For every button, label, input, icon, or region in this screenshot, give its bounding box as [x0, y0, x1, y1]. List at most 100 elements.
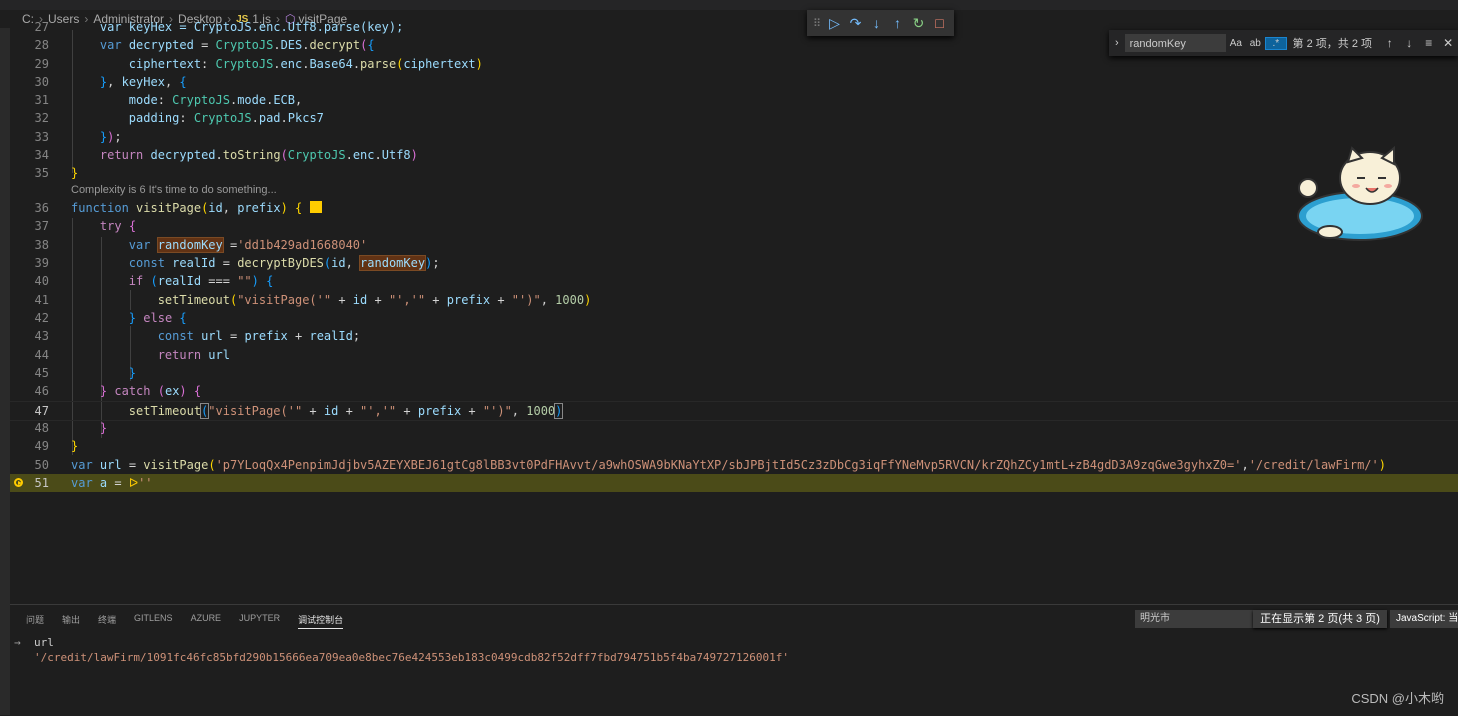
debug-console-output[interactable]: → url '/credit/lawFirm/1091fc46fc85bfd290…	[14, 635, 789, 665]
tab-problems[interactable]: 问题	[26, 613, 44, 629]
code-line[interactable]: 34 return decrypted.toString(CryptoJS.en…	[10, 146, 1458, 164]
code-token: toString	[222, 148, 281, 162]
code-token: var	[128, 237, 151, 252]
code-line[interactable]: 44 return url	[10, 346, 1458, 364]
code-token: try	[99, 219, 122, 233]
code-token: url	[201, 329, 223, 343]
regex-toggle[interactable]: .*	[1265, 36, 1287, 50]
code-token: return	[157, 347, 202, 362]
tab-output[interactable]: 输出	[62, 613, 80, 629]
line-number: 32	[34, 111, 49, 126]
code-token: setTimeout	[128, 403, 202, 418]
code-line[interactable]: 46 } catch (ex) {	[10, 382, 1458, 400]
code-text: try {	[99, 219, 137, 233]
search-match: randomKey	[359, 255, 427, 271]
line-number: 47	[34, 403, 49, 418]
code-token: if	[128, 274, 144, 288]
code-token: function	[71, 201, 129, 215]
code-line[interactable]: 43 const url = prefix + realId;	[10, 327, 1458, 345]
code-line[interactable]: 29 ciphertext: CryptoJS.enc.Base64.parse…	[10, 55, 1458, 73]
whole-word-toggle[interactable]: ab	[1246, 38, 1265, 49]
line-number: 33	[34, 129, 49, 144]
code-text: setTimeout("visitPage('" + id + "','" + …	[157, 292, 592, 307]
find-input[interactable]: randomKey	[1124, 34, 1227, 52]
code-token: ''	[138, 476, 153, 490]
code-token: else	[143, 311, 173, 325]
code-token: realId	[157, 274, 202, 288]
code-line[interactable]: 41 setTimeout("visitPage('" + id + "','"…	[10, 291, 1458, 309]
codelens-complexity[interactable]: Complexity is 6 It's time to do somethin…	[71, 184, 277, 196]
line-number: 29	[34, 56, 49, 71]
code-text: var url = visitPage('p7YLoqQx4PenpimJdjb…	[71, 457, 1386, 472]
inline-breakpoint-icon[interactable]: ᐅ	[129, 476, 138, 490]
code-token: CryptoJS	[215, 38, 274, 52]
code-token: id	[208, 201, 223, 215]
toggle-replace-icon[interactable]: ›	[1109, 37, 1125, 49]
bottom-panel: 问题 输出 终端 GITLENS AZURE JUPYTER 调试控制台 明光市…	[10, 604, 1458, 716]
code-line[interactable]: 45 }	[10, 364, 1458, 382]
step-out-icon[interactable]: ↑	[890, 15, 905, 31]
code-token: "visitPage('"	[208, 403, 303, 418]
code-token: CryptoJS	[287, 148, 346, 162]
line-number: 51	[34, 476, 49, 490]
code-token: setTimeout	[157, 292, 230, 307]
tab-azure[interactable]: AZURE	[191, 613, 222, 629]
code-line[interactable]: 32 padding: CryptoJS.pad.Pkcs7	[10, 109, 1458, 127]
code-token: ciphertext	[403, 56, 476, 71]
line-number: 48	[34, 421, 49, 435]
code-line[interactable]: 33 });	[10, 128, 1458, 146]
editor-tab-strip[interactable]	[0, 0, 1458, 10]
previous-match-icon[interactable]: ↑	[1380, 36, 1399, 50]
code-token: mode	[237, 93, 267, 107]
code-line[interactable]: 50 var url = visitPage('p7YLoqQx4PenpimJd…	[10, 456, 1458, 474]
tab-gitlens[interactable]: GITLENS	[134, 613, 173, 629]
console-filter-input[interactable]: 明光市	[1135, 610, 1255, 628]
code-token: prefix	[244, 329, 288, 343]
watermark: CSDN @小木哟	[1351, 691, 1444, 706]
stop-icon[interactable]: □	[932, 15, 947, 31]
tab-terminal[interactable]: 终端	[98, 613, 116, 629]
lightbulb-icon[interactable]	[309, 201, 322, 213]
code-line[interactable]: 30 }, keyHex, {	[10, 73, 1458, 91]
tab-debug-console[interactable]: 调试控制台	[298, 613, 344, 629]
code-text: ciphertext: CryptoJS.enc.Base64.parse(ci…	[128, 56, 483, 71]
code-line-current-debug[interactable]: 51 var a = ᐅ''	[10, 474, 1458, 493]
step-into-icon[interactable]: ↓	[869, 15, 884, 31]
code-line[interactable]: 39 const realId = decryptByDES(id, rando…	[10, 254, 1458, 272]
step-over-icon[interactable]: ↷	[848, 15, 863, 32]
restart-icon[interactable]: ↻	[911, 15, 926, 32]
search-match: randomKey	[156, 236, 224, 253]
code-line-active[interactable]: 47 setTimeout("visitPage('" + id + "','"…	[10, 400, 1458, 421]
code-line[interactable]: 49}	[10, 437, 1458, 455]
code-line[interactable]: 38 var randomKey ='dd1b429ad1668040'	[10, 236, 1458, 254]
code-line[interactable]: 36 function visitPage(id, prefix) {	[10, 199, 1458, 217]
next-match-icon[interactable]: ↓	[1400, 36, 1419, 50]
code-line[interactable]: 40 if (realId === "") {	[10, 272, 1458, 290]
code-line[interactable]: 42 } else {	[10, 309, 1458, 327]
expand-arrow-icon[interactable]: →	[14, 635, 34, 650]
code-token: mode	[128, 93, 158, 107]
code-editor[interactable]: 27 var keyHex = CryptoJS.enc.Utf8.parse(…	[10, 18, 1458, 604]
language-selector[interactable]: JavaScript: 当	[1390, 610, 1458, 628]
line-number: 46	[34, 384, 49, 398]
code-token: prefix	[237, 201, 281, 215]
find-in-selection-icon[interactable]: ≡	[1419, 36, 1438, 50]
close-icon[interactable]: ✕	[1438, 36, 1457, 50]
code-token: enc	[280, 56, 303, 71]
code-line[interactable]: 31 mode: CryptoJS.mode.ECB,	[10, 91, 1458, 109]
find-result-count: 第 2 项，共 2 项	[1292, 38, 1373, 50]
code-token: '/credit/lawFirm/'	[1248, 457, 1379, 472]
drag-handle-icon[interactable]: ⠿	[813, 17, 821, 30]
code-token: "visitPage('"	[237, 292, 332, 307]
tab-jupyter[interactable]: JUPYTER	[239, 613, 280, 629]
code-line[interactable]: 35}	[10, 164, 1458, 182]
match-case-toggle[interactable]: Aa	[1226, 38, 1245, 49]
panel-tabs: 问题 输出 终端 GITLENS AZURE JUPYTER 调试控制台	[26, 613, 344, 629]
code-line[interactable]: 37 try {	[10, 217, 1458, 235]
console-value: '/credit/lawFirm/1091fc46fc85bfd290b1566…	[34, 651, 789, 664]
code-line[interactable]: 48 }	[10, 419, 1458, 437]
code-text: var randomKey ='dd1b429ad1668040'	[128, 236, 368, 253]
page-info-tooltip: 正在显示第 2 页(共 3 页)	[1253, 610, 1387, 628]
continue-icon[interactable]: ▷	[827, 15, 842, 32]
line-number: 31	[34, 93, 49, 107]
